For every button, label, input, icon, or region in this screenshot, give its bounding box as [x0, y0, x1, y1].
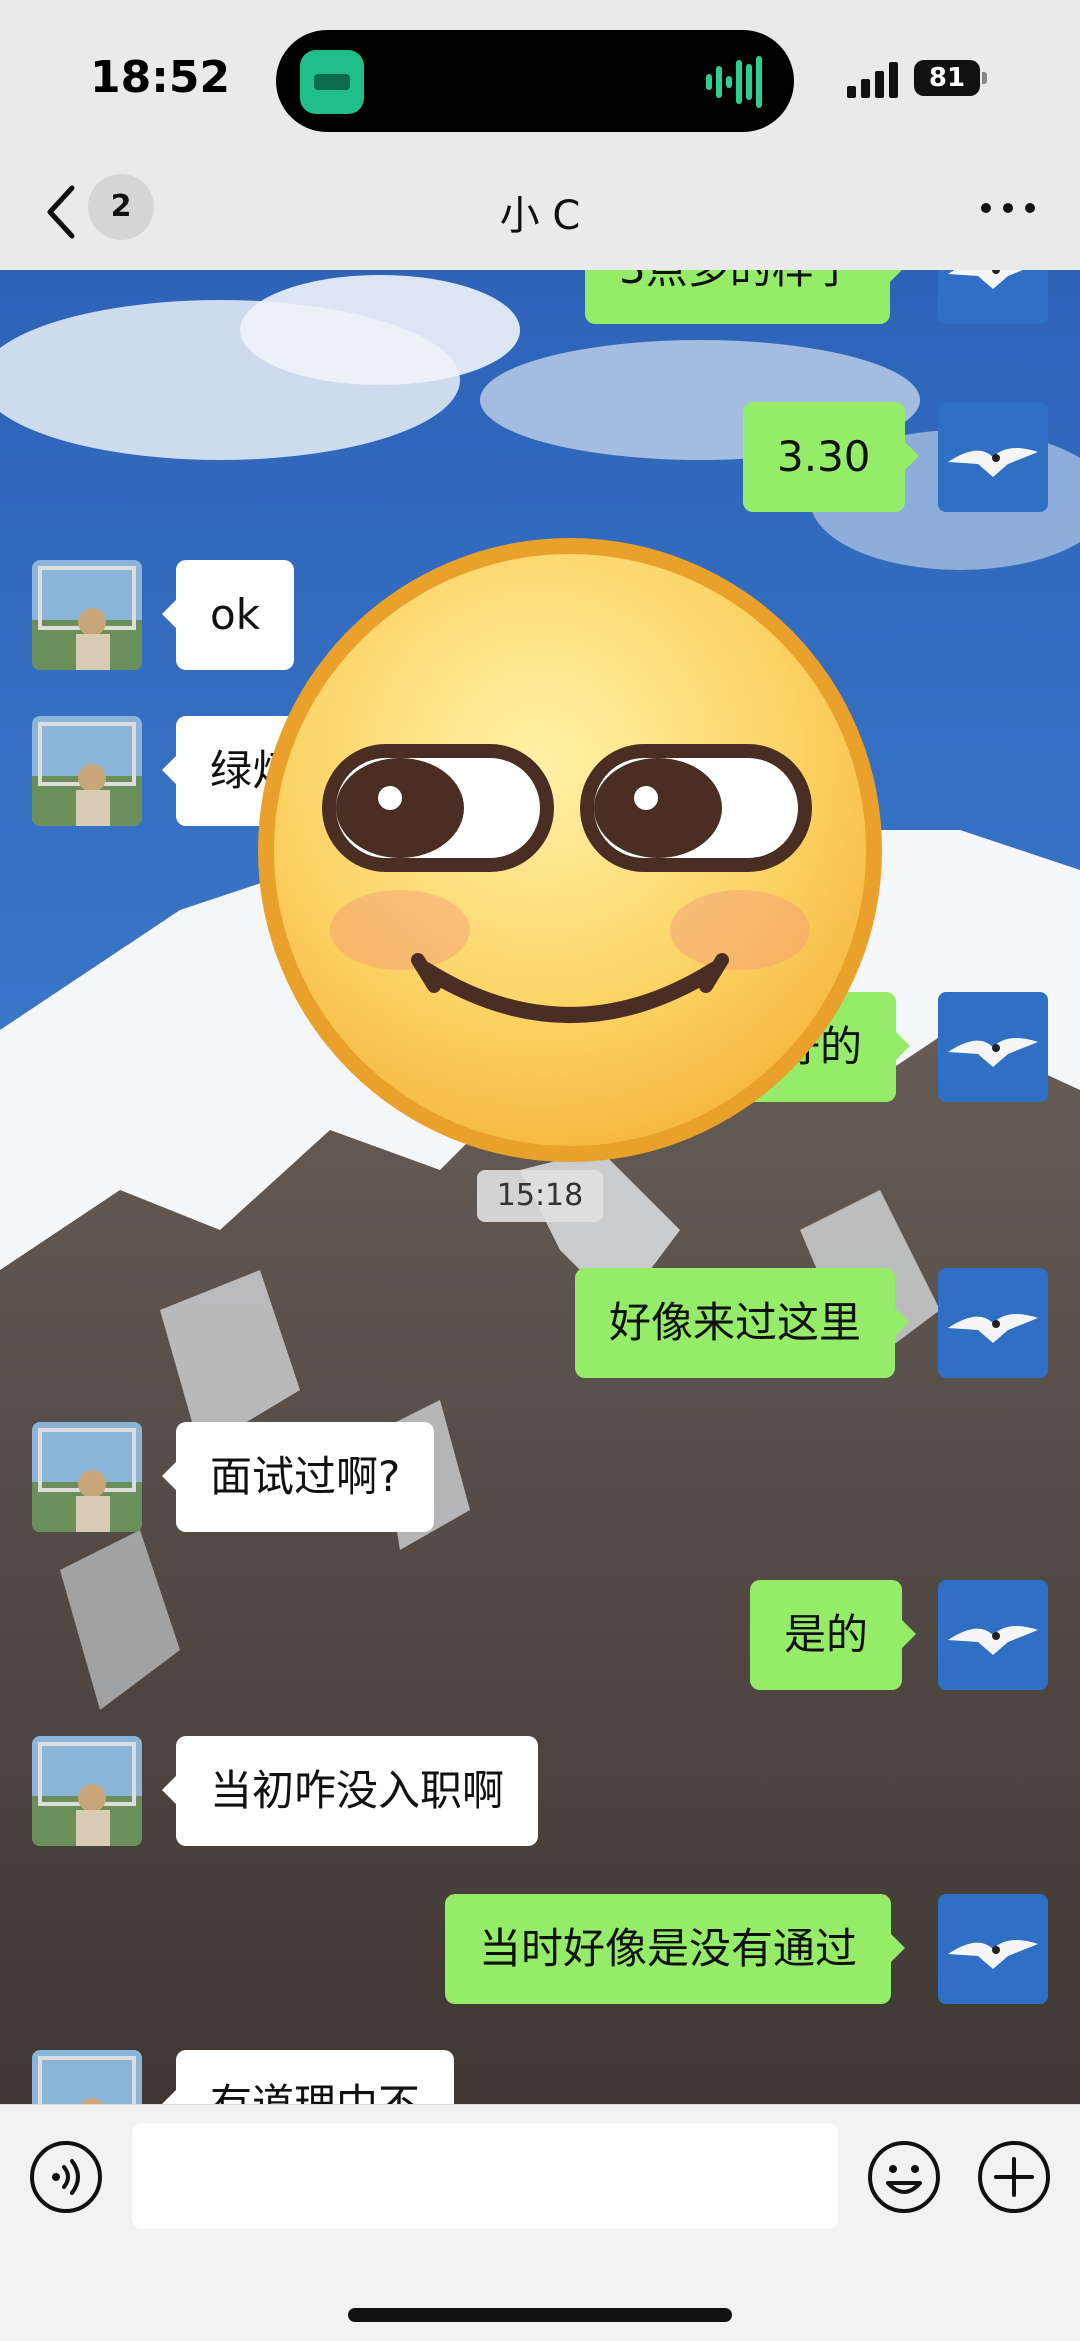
- contact-avatar[interactable]: [32, 716, 142, 826]
- emoji-icon[interactable]: [866, 2139, 942, 2215]
- chat-title: 小 C: [499, 193, 581, 239]
- self-avatar[interactable]: [938, 402, 1048, 512]
- signal-icon: [847, 62, 898, 98]
- sent-message-bubble[interactable]: 是的: [750, 1580, 917, 1690]
- status-time: 18:52: [90, 52, 231, 103]
- battery-indicator: 81: [914, 60, 987, 96]
- voice-icon[interactable]: [28, 2139, 104, 2215]
- smirk-emoji-sticker: [258, 538, 882, 1162]
- home-indicator[interactable]: [348, 2308, 732, 2322]
- sent-message-bubble[interactable]: 好像来过这里: [575, 1268, 910, 1378]
- app-icon: [300, 50, 364, 114]
- sent-message-bubble[interactable]: 3.30: [743, 402, 918, 512]
- contact-avatar[interactable]: [32, 1736, 142, 1846]
- status-bar: 18:52 81: [0, 0, 1080, 160]
- waveform-icon: [706, 56, 762, 108]
- sent-message-bubble[interactable]: 当时好像是没有通过: [445, 1894, 906, 2004]
- contact-avatar[interactable]: [32, 560, 142, 670]
- self-avatar[interactable]: [938, 1580, 1048, 1690]
- self-avatar[interactable]: [938, 992, 1048, 1102]
- message-input[interactable]: [132, 2123, 838, 2229]
- received-message-bubble[interactable]: 面试过啊?: [161, 1422, 435, 1532]
- chat-area[interactable]: 3点多的样子 3.30 ok 绿灯 好的 15:18 好像来过这里 面试过啊? …: [0, 270, 1080, 2104]
- message-composer: [0, 2104, 1080, 2341]
- self-avatar[interactable]: [938, 1894, 1048, 2004]
- plus-icon[interactable]: [976, 2139, 1052, 2215]
- more-icon[interactable]: [978, 196, 1038, 220]
- self-avatar[interactable]: [938, 1268, 1048, 1378]
- message-timestamp: 15:18: [477, 1170, 603, 1222]
- self-avatar[interactable]: [938, 270, 1048, 324]
- received-message-bubble[interactable]: 有道理中不: [161, 2050, 455, 2104]
- sent-message-bubble[interactable]: 3点多的样子: [585, 270, 904, 324]
- received-message-bubble[interactable]: 当初咋没入职啊: [161, 1736, 539, 1846]
- contact-avatar[interactable]: [32, 2050, 142, 2104]
- dynamic-island[interactable]: [276, 30, 794, 132]
- contact-avatar[interactable]: [32, 1422, 142, 1532]
